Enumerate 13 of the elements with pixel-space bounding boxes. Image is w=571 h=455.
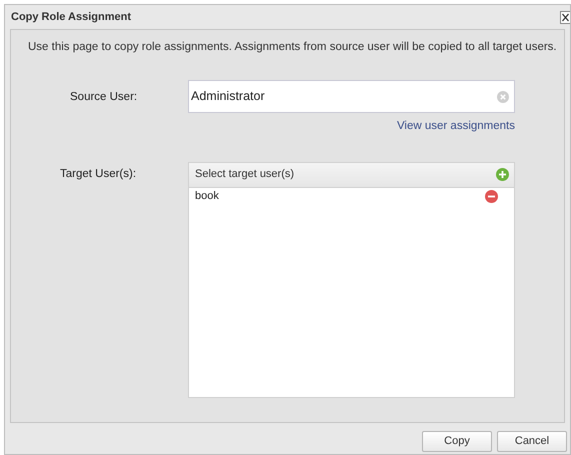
view-assignments-link[interactable]: View user assignments bbox=[396, 118, 515, 136]
list-header-text: Select target user(s) bbox=[195, 167, 294, 182]
dialog-button[interactable]: Cancel bbox=[497, 431, 567, 452]
target-users-label: Target User(s): bbox=[59, 166, 138, 182]
dialog-button[interactable]: Copy bbox=[422, 431, 492, 452]
add-icon[interactable] bbox=[496, 168, 509, 181]
window-title: Copy Role Assignment bbox=[11, 10, 131, 25]
remove-icon[interactable] bbox=[485, 190, 498, 203]
close-icon[interactable] bbox=[560, 10, 570, 24]
description-text: Use this page to copy role assignments. Assignments from source user will be copied to all target users. bbox=[28, 40, 558, 55]
source-user-label: Source User: bbox=[69, 90, 138, 106]
source-user-field[interactable]: Administrator bbox=[188, 80, 515, 114]
target-user-item[interactable]: book bbox=[195, 188, 219, 205]
